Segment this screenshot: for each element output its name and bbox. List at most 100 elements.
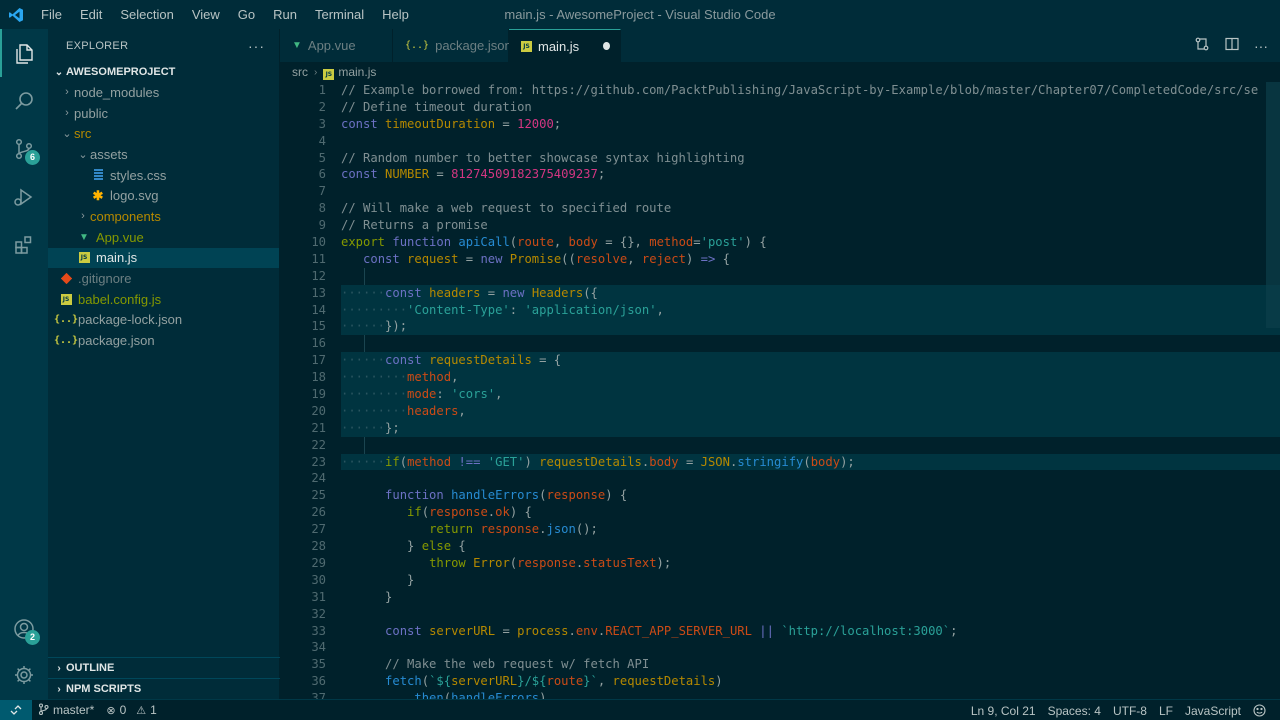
line-number: 36 [311,674,326,689]
svg-file-icon: ✱ [92,187,104,203]
accounts-icon[interactable]: 2 [0,605,48,653]
split-editor-icon[interactable] [1224,36,1240,55]
chevron-right-icon: › [81,210,85,223]
line-number-gutter: 1 2 3 4 5 6 7 8 9 10 11 12 13 14 15 16 17 18 19 20 21 22 23 24 2… [280,82,342,699]
chevron-right-icon: › [57,683,61,695]
code-comment: // Define timeout duration [341,99,532,114]
tree-folder-node-modules[interactable]: › node_modules [48,82,279,103]
problems-status[interactable]: ⊗ 0 ⚠ 1 [100,703,162,717]
code-line: const serverURL = process.env.REACT_APP_… [385,623,958,638]
line-number: 34 [311,640,326,655]
chevron-down-icon: ⌄ [54,66,64,78]
code-line: if(response.ok) { [407,505,532,520]
explorer-activity-icon[interactable] [0,29,48,77]
tree-file-styles-css[interactable]: styles.css [48,165,279,186]
extensions-icon[interactable] [0,221,48,269]
npm-scripts-section-header[interactable]: › NPM SCRIPTS [48,678,280,699]
code-number: 12000 [517,116,554,131]
code-comment: // Random number to better showcase synt… [341,150,745,165]
feedback-icon[interactable] [1247,704,1272,717]
tree-folder-public[interactable]: › public [48,103,279,124]
file-tree: › node_modules › public ⌄ src ⌄ assets s… [48,82,279,351]
tree-file-babel-config[interactable]: JS babel.config.js [48,289,279,310]
search-icon[interactable] [0,77,48,125]
menu-edit[interactable]: Edit [71,0,111,29]
source-control-icon[interactable]: 6 [0,125,48,173]
remote-icon[interactable] [0,699,32,720]
editor-scrollbar[interactable] [1266,82,1280,328]
tab-package-json[interactable]: {..} package.json [393,29,512,62]
menu-run[interactable]: Run [264,0,306,29]
tree-item-label: components [90,208,161,224]
code-line: function handleErrors(response) { [385,488,628,503]
outline-label: OUTLINE [66,662,115,674]
source-control-badge: 6 [25,150,40,165]
tree-file-logo-svg[interactable]: ✱ logo.svg [48,185,279,206]
open-changes-icon[interactable] [1194,36,1210,55]
menu-go[interactable]: Go [229,0,264,29]
code-comment: // Example borrowed from: https://github… [341,83,1259,97]
menu-terminal[interactable]: Terminal [306,0,373,29]
code-area[interactable]: // Example borrowed from: https://github… [341,82,1280,699]
menu-file[interactable]: File [32,0,71,29]
end-of-line[interactable]: LF [1153,704,1179,718]
line-number: 15 [311,319,326,334]
line-number: 13 [311,285,326,300]
menu-help[interactable]: Help [373,0,418,29]
project-section-header[interactable]: ⌄ AWESOMEPROJECT [48,62,279,82]
tree-file-main-js[interactable]: JS main.js [48,247,279,269]
chevron-right-icon: › [65,86,69,99]
unsaved-dot-icon[interactable] [603,42,610,50]
line-number: 31 [311,589,326,604]
line-number: 12 [311,268,326,283]
activity-bar: 6 2 [0,29,48,699]
cursor-position[interactable]: Ln 9, Col 21 [965,704,1042,718]
encoding[interactable]: UTF-8 [1107,704,1153,718]
tree-file-app-vue[interactable]: ▼ App.vue [48,227,279,248]
tab-main-js[interactable]: JS main.js [509,29,621,62]
tree-item-label: public [74,105,108,121]
tab-label: main.js [538,38,580,54]
line-number: 21 [311,420,326,435]
chevron-down-icon: ⌄ [78,148,88,161]
breadcrumb-file[interactable]: main.js [338,65,376,79]
menu-selection[interactable]: Selection [111,0,182,29]
explorer-title: EXPLORER [66,39,129,52]
code-line [341,335,1280,353]
breadcrumb-folder[interactable]: src [292,65,308,79]
line-number: 14 [311,302,326,317]
code-line [341,267,1280,285]
settings-gear-icon[interactable] [0,651,48,699]
code-string: `http://localhost:3000` [781,623,951,638]
warning-count: 1 [150,703,157,717]
more-actions-icon[interactable]: ··· [1254,38,1268,54]
tree-folder-components[interactable]: › components [48,206,279,227]
menu-view[interactable]: View [183,0,229,29]
tree-folder-src[interactable]: ⌄ src [48,123,279,144]
more-actions-icon[interactable]: ··· [248,38,265,54]
tree-file-package-json[interactable]: {..} package.json [48,330,279,351]
code-editor[interactable]: 1 2 3 4 5 6 7 8 9 10 11 12 13 14 15 16 17 18 19 20 21 22 23 24 2… [280,82,1280,699]
tree-folder-assets[interactable]: ⌄ assets [48,144,279,165]
tree-item-label: node_modules [74,84,160,100]
code-line: fetch(`${serverURL}/${route}`, requestDe… [385,674,723,689]
editor-tab-bar: ▼ App.vue {..} package.json JS main.js ·… [280,29,1280,62]
tree-file-gitignore[interactable]: .gitignore [48,268,279,289]
tab-app-vue[interactable]: ▼ App.vue [280,29,393,62]
code-comment: // Returns a promise [341,218,488,233]
code-line: ······}; [341,419,1280,437]
line-number: 9 [318,218,326,233]
line-number: 20 [311,403,326,418]
line-number: 37 [311,691,326,699]
explorer-sidebar: EXPLORER ··· ⌄ AWESOMEPROJECT › node_mod… [48,29,280,699]
tree-file-package-lock[interactable]: {..} package-lock.json [48,310,279,331]
indentation[interactable]: Spaces: 4 [1042,704,1107,718]
run-debug-icon[interactable] [0,173,48,221]
language-mode[interactable]: JavaScript [1179,704,1247,718]
outline-section-header[interactable]: › OUTLINE [48,657,280,678]
git-branch-status[interactable]: master* [32,702,100,718]
line-number: 28 [311,539,326,554]
